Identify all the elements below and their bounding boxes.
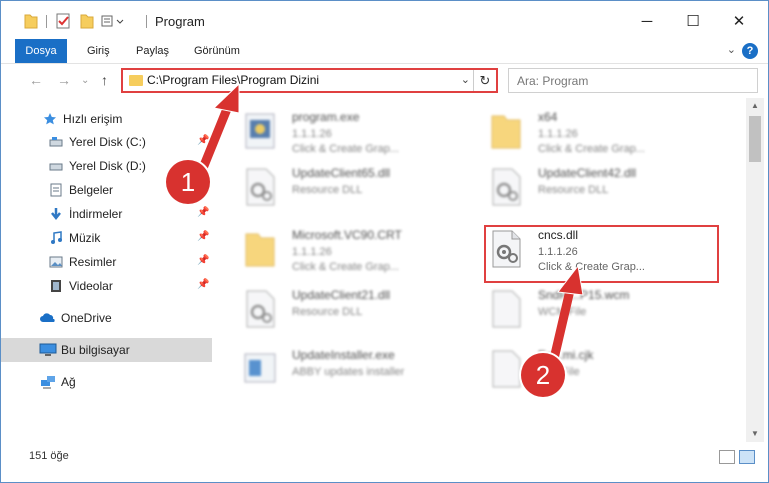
arrow-1 bbox=[196, 82, 240, 178]
callout-badge-2: 2 bbox=[521, 353, 565, 397]
explorer-window: Program ─ ☐ ✕ Dosya Giriş Paylaş Görünüm… bbox=[0, 0, 769, 483]
callout-badge-1: 1 bbox=[166, 160, 210, 204]
arrow-2 bbox=[548, 264, 584, 368]
callout-arrows bbox=[196, 82, 584, 368]
